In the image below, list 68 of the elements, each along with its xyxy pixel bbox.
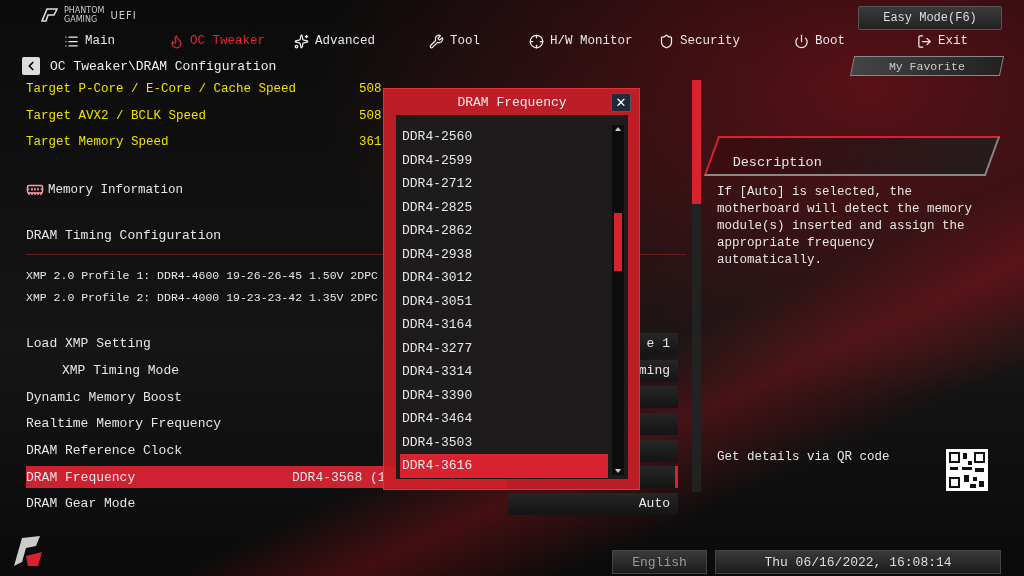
target-value: 508 [359, 82, 382, 97]
qr-caption: Get details via QR code [717, 450, 890, 464]
shield-icon [659, 33, 674, 49]
tools-icon [429, 33, 444, 49]
nav-tab[interactable]: H/W Monitor [529, 33, 633, 49]
frequency-option[interactable]: DDR4-2862 [400, 219, 608, 243]
frequency-option[interactable]: DDR4-3051 [400, 289, 608, 313]
target-value: 508 [359, 108, 382, 123]
setting-detail: DDR4-3568 (1 [292, 469, 386, 485]
menu-item[interactable]: Memory Information [26, 175, 184, 204]
frequency-option[interactable]: DDR4-2825 [400, 195, 608, 219]
exit-icon [917, 33, 932, 49]
target-label: Target AVX2 / BCLK Speed [26, 108, 208, 123]
nav-tab[interactable]: OC Tweaker [169, 33, 265, 49]
power-icon [794, 33, 809, 49]
date-time: Thu 06/16/2022, 16:08:14 [715, 550, 1001, 574]
crosshair-icon [529, 33, 544, 49]
description-banner: Description [703, 136, 1001, 176]
frequency-option[interactable]: DDR4-3464 [400, 407, 608, 431]
nav-tab[interactable]: Advanced [294, 33, 375, 49]
frequency-option[interactable]: DDR4-2938 [400, 242, 608, 266]
frequency-option[interactable]: DDR4-3314 [400, 360, 608, 384]
logo-text: GAMING [64, 15, 99, 24]
frequency-option[interactable]: DDR4-2712 [400, 172, 608, 196]
logo-icon [40, 8, 58, 22]
nav-tab[interactable]: Boot [794, 33, 845, 49]
language-button[interactable]: English [612, 550, 707, 574]
frequency-option[interactable]: DDR4-3012 [400, 266, 608, 290]
scroll-up-icon[interactable] [614, 125, 622, 133]
description-text: If [Auto] is selected, the motherboard will detect the memory module(s) inserted and assign the appropriate frequency automatically. [717, 184, 974, 269]
frequency-option[interactable]: DDR4-2560 [400, 125, 608, 149]
frequency-option[interactable]: DDR4-2599 [400, 148, 608, 172]
frequency-option[interactable]: DDR4-3277 [400, 336, 608, 360]
frequency-option[interactable]: DDR4-3164 [400, 313, 608, 337]
profile-info: XMP 2.0 Profile 2: DDR4-4000 19-23-23-42 1.35V 2DPC [26, 290, 378, 306]
frequency-option[interactable]: DDR4-3616 [400, 454, 608, 478]
value-button[interactable]: Auto [508, 492, 678, 515]
target-value: 361 [359, 135, 382, 150]
scroll-thumb[interactable] [692, 80, 701, 204]
nav-tab[interactable]: Main [64, 33, 115, 49]
favorite-button[interactable]: My Favorite [849, 56, 1005, 76]
popup-scrollbar[interactable] [612, 125, 624, 475]
nav-tab[interactable]: Tool [429, 33, 480, 49]
nav-tab[interactable]: Security [659, 33, 740, 49]
qr-code-icon [946, 449, 988, 491]
close-button[interactable]: ✕ [611, 93, 631, 112]
target-label: Target Memory Speed [26, 135, 170, 150]
frequency-option[interactable]: DDR4-3503 [400, 430, 608, 454]
scroll-thumb[interactable] [614, 213, 622, 271]
breadcrumb: OC Tweaker\DRAM Configuration [50, 58, 277, 74]
logo-text: PHANTOM [64, 6, 105, 15]
frequency-option[interactable]: DDR4-3390 [400, 383, 608, 407]
star-icon [294, 33, 309, 49]
list-icon [64, 33, 79, 49]
scroll-down-icon[interactable] [614, 467, 622, 475]
nav-tab[interactable]: Exit [917, 33, 968, 49]
logo-text: UEFI [110, 9, 137, 21]
setting-row[interactable]: DRAM Gear Mode [26, 492, 506, 515]
scrollbar[interactable] [692, 80, 701, 492]
setting-label: DRAM Gear Mode [26, 496, 137, 512]
flame-icon [169, 33, 184, 49]
setting-label: DRAM Frequency [26, 469, 137, 485]
easy-mode-button[interactable]: Easy Mode(F6) [858, 6, 1002, 30]
target-label: Target P-Core / E-Core / Cache Speed [26, 82, 298, 97]
profile-info: XMP 2.0 Profile 1: DDR4-4600 19-26-26-45 1.50V 2DPC [26, 268, 378, 284]
section-heading: DRAM Timing Configuration [26, 227, 222, 245]
popup-title: DRAM Frequency [457, 94, 567, 110]
back-button[interactable] [22, 57, 40, 75]
